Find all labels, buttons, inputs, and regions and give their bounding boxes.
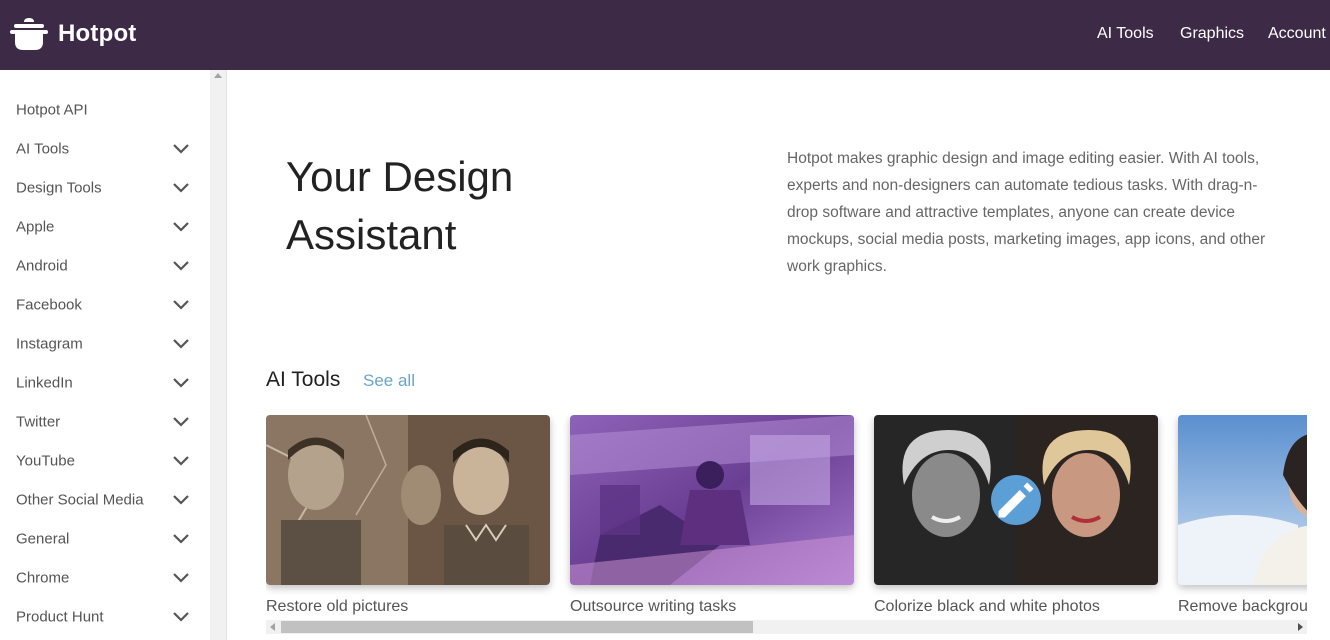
card-label: Colorize black and white photos	[874, 598, 1100, 615]
sidebar-item-android[interactable]: Android	[0, 246, 210, 285]
sidebar-item-label: YouTube	[16, 452, 75, 469]
card-thumbnail[interactable]	[570, 415, 854, 585]
card-thumbnail[interactable]	[266, 415, 550, 585]
card-label: Outsource writing tasks	[570, 598, 737, 615]
card-thumbnail[interactable]	[874, 415, 1158, 585]
nav-account[interactable]: Account	[1268, 24, 1326, 44]
chevron-down-icon[interactable]	[172, 611, 190, 623]
nav-graphics[interactable]: Graphics	[1180, 24, 1244, 44]
sidebar-item-label: General	[16, 530, 70, 547]
scrollbar-thumb[interactable]	[281, 621, 753, 633]
chevron-down-icon[interactable]	[172, 299, 190, 311]
chevron-down-icon[interactable]	[172, 572, 190, 584]
chevron-down-icon[interactable]	[172, 143, 190, 155]
sidebar-item-facebook[interactable]: Facebook	[0, 285, 210, 324]
brand-name: Hotpot	[58, 20, 137, 47]
sidebar: Hotpot API AI Tools Design Tools Apple A…	[0, 70, 210, 640]
top-navigation-bar: Hotpot AI Tools Graphics Account	[0, 0, 1330, 70]
sidebar-item-label: Apple	[16, 218, 55, 235]
sidebar-item-chrome[interactable]: Chrome	[0, 558, 210, 597]
sidebar-item-label: Other Social Media	[16, 491, 144, 508]
hero-description: Hotpot makes graphic design and image ed…	[787, 150, 1266, 275]
sidebar-item-label: LinkedIn	[16, 374, 73, 391]
sidebar-item-hotpot-api[interactable]: Hotpot API	[0, 90, 210, 129]
sidebar-item-label: Android	[16, 257, 68, 274]
sidebar-item-twitter[interactable]: Twitter	[0, 402, 210, 441]
scroll-up-arrow-icon[interactable]	[214, 73, 222, 78]
scroll-right-arrow-icon[interactable]	[1298, 623, 1303, 631]
chevron-down-icon[interactable]	[172, 182, 190, 194]
sidebar-item-label: Product Hunt	[16, 608, 104, 625]
tool-card-restore[interactable]: Restore old pictures	[266, 415, 550, 615]
tool-card-remove-background[interactable]: Remove background	[1178, 415, 1307, 615]
tool-cards-carousel: Restore old pictures Outsource writing t…	[266, 415, 1307, 620]
sidebar-item-label: AI Tools	[16, 140, 70, 157]
hotpot-logo-icon	[10, 18, 48, 50]
sidebar-item-label: Instagram	[16, 335, 83, 352]
sidebar-item-label: Design Tools	[16, 179, 102, 196]
art-painting-thumbnail	[570, 415, 854, 585]
tool-card-colorize[interactable]: Colorize black and white photos	[874, 415, 1158, 615]
page-title: Your Design Assistant	[286, 153, 514, 258]
chevron-down-icon[interactable]	[172, 416, 190, 428]
logo-link[interactable]: Hotpot	[10, 16, 137, 52]
chevron-down-icon[interactable]	[172, 533, 190, 545]
photo-restore-thumbnail	[266, 415, 550, 585]
sidebar-item-instagram[interactable]: Instagram	[0, 324, 210, 363]
sidebar-item-label: Twitter	[16, 413, 61, 430]
chevron-down-icon[interactable]	[172, 455, 190, 467]
sidebar-scrollbar[interactable]	[210, 70, 227, 640]
sidebar-item-ai-tools[interactable]: AI Tools	[0, 129, 210, 168]
pencil-glyph	[998, 482, 1034, 518]
section-title: AI Tools	[266, 368, 341, 391]
sidebar-item-label: Chrome	[16, 569, 70, 586]
horizontal-scrollbar[interactable]	[266, 620, 1307, 634]
sidebar-item-label: Hotpot API	[16, 101, 88, 118]
sidebar-item-apple[interactable]: Apple	[0, 207, 210, 246]
chevron-down-icon[interactable]	[172, 377, 190, 389]
sidebar-item-general[interactable]: General	[0, 519, 210, 558]
sidebar-item-product-hunt[interactable]: Product Hunt	[0, 597, 210, 636]
see-all-link[interactable]: See all	[363, 370, 415, 392]
chevron-down-icon[interactable]	[172, 260, 190, 272]
pencil-icon[interactable]	[991, 475, 1041, 525]
chevron-down-icon[interactable]	[172, 338, 190, 350]
sidebar-item-design-tools[interactable]: Design Tools	[0, 168, 210, 207]
chevron-down-icon[interactable]	[172, 221, 190, 233]
scroll-left-arrow-icon[interactable]	[270, 623, 275, 631]
card-label: Remove background	[1178, 598, 1307, 615]
card-label: Restore old pictures	[266, 598, 409, 615]
nav-ai-tools[interactable]: AI Tools	[1097, 24, 1154, 44]
portrait-thumbnail	[1178, 415, 1307, 585]
sidebar-item-label: Facebook	[16, 296, 82, 313]
card-thumbnail[interactable]	[1178, 415, 1307, 585]
sidebar-item-youtube[interactable]: YouTube	[0, 441, 210, 480]
tool-card-writing[interactable]: Outsource writing tasks	[570, 415, 854, 615]
sidebar-item-other-social-media[interactable]: Other Social Media	[0, 480, 210, 519]
chevron-down-icon[interactable]	[172, 494, 190, 506]
sidebar-item-linkedin[interactable]: LinkedIn	[0, 363, 210, 402]
